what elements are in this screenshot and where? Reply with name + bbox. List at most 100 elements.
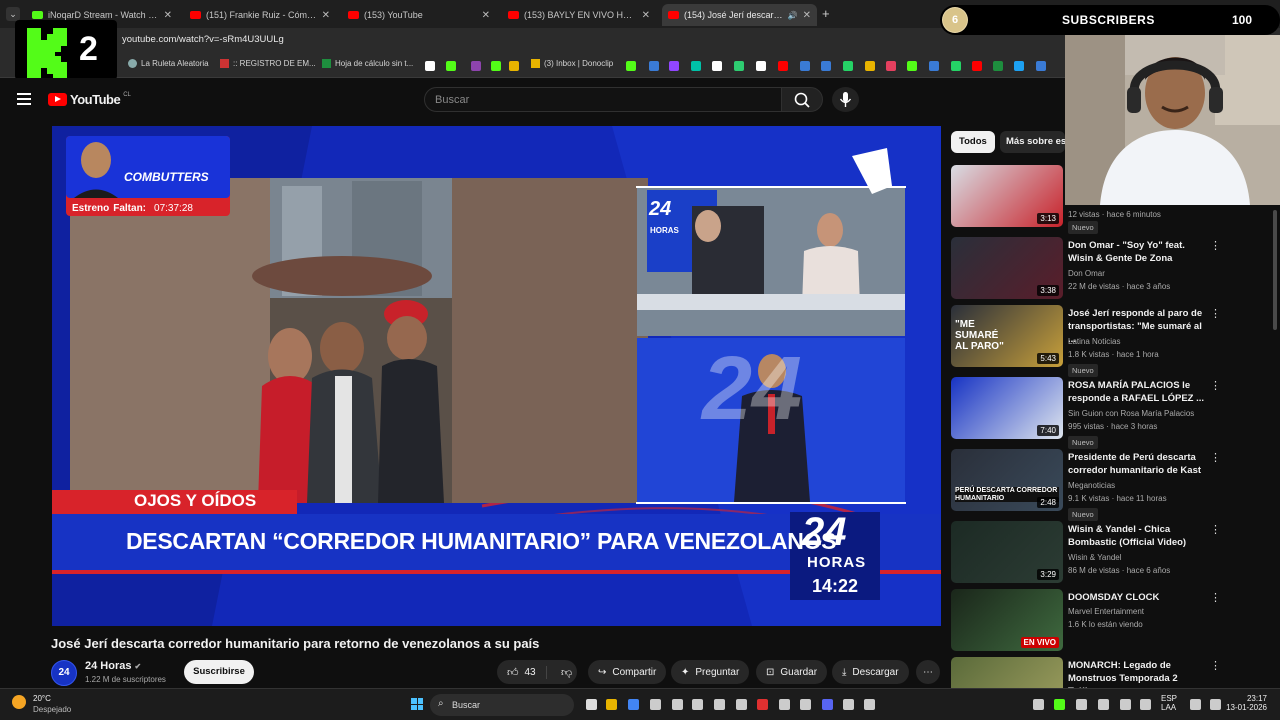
taskbar-app-icon[interactable]: [586, 699, 597, 710]
bookmark-favicon-icon[interactable]: [843, 61, 853, 71]
save-button[interactable]: ⊡ Guardar: [756, 660, 828, 684]
taskbar-app-icon[interactable]: [736, 699, 747, 710]
recommendation-title[interactable]: ROSA MARÍA PALACIOS le responde a RAFAEL…: [1068, 379, 1208, 405]
taskbar-app-icon[interactable]: [1190, 699, 1201, 710]
download-button[interactable]: ⤓ Descargar: [832, 660, 909, 684]
voice-search-button[interactable]: [832, 87, 859, 112]
bookmark-item[interactable]: La Ruleta Aleatoria: [128, 59, 209, 68]
more-options-icon[interactable]: ⋮: [1210, 659, 1221, 672]
more-options-icon[interactable]: ⋮: [1210, 451, 1221, 464]
search-input[interactable]: Buscar: [424, 87, 782, 112]
bookmark-favicon-icon[interactable]: [972, 61, 982, 71]
bookmark-favicon-icon[interactable]: [626, 61, 636, 71]
channel-avatar[interactable]: 24: [51, 660, 77, 686]
recommendation-title[interactable]: Don Omar - "Soy Yo" feat. Wisin & Gente …: [1068, 239, 1208, 265]
more-options-icon[interactable]: ⋮: [1210, 523, 1221, 536]
recommendation-item[interactable]: PERÚ DESCARTA CORREDOR HUMANITARIO 2:48 Pr…: [951, 449, 1276, 521]
url-field[interactable]: youtube.com/watch?v=-sRm4U3UULg: [122, 34, 372, 50]
recommendation-channel[interactable]: Wisin & Yandel: [1068, 553, 1122, 562]
weather-text[interactable]: Despejado: [33, 705, 71, 714]
like-button[interactable]: 👍︎ 43: [497, 665, 547, 679]
recommendation-thumbnail[interactable]: 3:13: [951, 165, 1063, 227]
taskbar-app-icon[interactable]: [757, 699, 768, 710]
recommendation-item[interactable]: "ME SUMARÉ AL PARO" 5:43 José Jerí respond…: [951, 305, 1276, 377]
recommendation-thumbnail[interactable]: "ME SUMARÉ AL PARO" 5:43: [951, 305, 1063, 367]
close-icon[interactable]: ✕: [803, 10, 811, 21]
dislike-button[interactable]: 👎︎: [553, 666, 572, 679]
more-options-icon[interactable]: ⋮: [1210, 239, 1221, 252]
subscribe-button[interactable]: Suscribirse: [184, 660, 254, 684]
bookmark-favicon-icon[interactable]: [712, 61, 722, 71]
bookmark-favicon-icon[interactable]: [1036, 61, 1046, 71]
bookmark-favicon-icon[interactable]: [800, 61, 810, 71]
recommendation-item[interactable]: EN VIVO DOOMSDAY CLOCK Marvel Entertainmen…: [951, 589, 1276, 653]
more-actions-button[interactable]: ⋯: [916, 660, 940, 684]
taskbar-app-icon[interactable]: [650, 699, 661, 710]
bookmark-favicon-icon[interactable]: [471, 61, 481, 71]
recommendation-thumbnail[interactable]: 3:38: [951, 237, 1063, 299]
taskbar-app-icon[interactable]: [1054, 699, 1065, 710]
recommendation-title[interactable]: DOOMSDAY CLOCK: [1068, 591, 1208, 604]
weather-temp[interactable]: 20°C: [33, 694, 51, 703]
taskbar-app-icon[interactable]: [714, 699, 725, 710]
recommendation-thumbnail[interactable]: PERÚ DESCARTA CORREDOR HUMANITARIO 2:48: [951, 449, 1063, 511]
close-icon[interactable]: ✕: [164, 10, 172, 21]
chip-more-from-channel[interactable]: Más sobre est: [1000, 131, 1065, 153]
recommendation-channel[interactable]: Meganoticias: [1068, 481, 1115, 490]
tab-search-button[interactable]: ⌄: [6, 7, 20, 21]
browser-tab[interactable]: (153) YouTube ✕: [342, 4, 496, 26]
more-options-icon[interactable]: ⋮: [1210, 307, 1221, 320]
bookmark-item[interactable]: (3) Inbox | Donoclip: [531, 59, 613, 68]
browser-tab[interactable]: (153) BAYLY EN VIVO HOY: Seña ✕: [502, 4, 656, 26]
recommendation-item[interactable]: 3:29 Wisin & Yandel - Chica Bombastic (Of…: [951, 521, 1276, 585]
bookmark-favicon-icon[interactable]: [491, 61, 501, 71]
share-button[interactable]: ↪ Compartir: [588, 660, 667, 684]
system-clock[interactable]: 23:17 13-01-2026: [1225, 694, 1267, 712]
bookmark-favicon-icon[interactable]: [425, 61, 435, 71]
more-options-icon[interactable]: ⋮: [1210, 379, 1221, 392]
recommendation-channel[interactable]: Sin Guion con Rosa María Palacios: [1068, 409, 1194, 418]
search-button[interactable]: [781, 87, 823, 112]
channel-name[interactable]: 24 Horas ✔: [85, 660, 141, 672]
taskbar-app-icon[interactable]: [800, 699, 811, 710]
taskbar-app-icon[interactable]: [779, 699, 790, 710]
sidebar-scrollbar[interactable]: [1273, 210, 1277, 330]
bookmark-favicon-icon[interactable]: [886, 61, 896, 71]
youtube-logo[interactable]: YouTube CL: [48, 92, 131, 107]
bookmark-favicon-icon[interactable]: [691, 61, 701, 71]
taskbar-app-icon[interactable]: [1120, 699, 1131, 710]
recommendation-channel[interactable]: Latina Noticias: [1068, 337, 1120, 346]
recommendation-channel[interactable]: Marvel Entertainment: [1068, 607, 1144, 616]
close-icon[interactable]: ✕: [642, 10, 650, 21]
bookmark-favicon-icon[interactable]: [951, 61, 961, 71]
recommendation-title[interactable]: Wisin & Yandel - Chica Bombastic (Offici…: [1068, 523, 1208, 549]
taskbar-app-icon[interactable]: [628, 699, 639, 710]
more-options-icon[interactable]: ⋮: [1210, 591, 1221, 604]
bookmark-favicon-icon[interactable]: [509, 61, 519, 71]
taskbar-app-icon[interactable]: [672, 699, 683, 710]
taskbar-app-icon[interactable]: [843, 699, 854, 710]
taskbar-app-icon[interactable]: [864, 699, 875, 710]
bookmark-favicon-icon[interactable]: [446, 61, 456, 71]
speaker-icon[interactable]: 🔊: [788, 11, 798, 20]
new-tab-icon[interactable]: +: [822, 6, 830, 21]
taskbar-app-icon[interactable]: [606, 699, 617, 710]
taskbar-app-icon[interactable]: [692, 699, 703, 710]
language-indicator[interactable]: ESP LAA: [1161, 694, 1177, 712]
taskbar-app-icon[interactable]: [1033, 699, 1044, 710]
taskbar-app-icon[interactable]: [1076, 699, 1087, 710]
menu-icon[interactable]: [17, 93, 31, 105]
taskbar-app-icon[interactable]: [822, 699, 833, 710]
recommendation-thumbnail[interactable]: 3:29: [951, 521, 1063, 583]
bookmark-favicon-icon[interactable]: [756, 61, 766, 71]
recommendation-item[interactable]: 7:40 ROSA MARÍA PALACIOS le responde a RA…: [951, 377, 1276, 449]
bookmark-favicon-icon[interactable]: [907, 61, 917, 71]
bookmark-favicon-icon[interactable]: [734, 61, 744, 71]
browser-tab[interactable]: (151) Frankie Ruiz - Cómo Lo H ✕: [184, 4, 336, 26]
taskbar-search[interactable]: ⌕ Buscar: [430, 694, 574, 716]
bookmark-item[interactable]: Hoja de cálculo sin t...: [322, 59, 413, 68]
taskbar-app-icon[interactable]: [1140, 699, 1151, 710]
bookmark-favicon-icon[interactable]: [929, 61, 939, 71]
bookmark-favicon-icon[interactable]: [1014, 61, 1024, 71]
bookmark-favicon-icon[interactable]: [778, 61, 788, 71]
